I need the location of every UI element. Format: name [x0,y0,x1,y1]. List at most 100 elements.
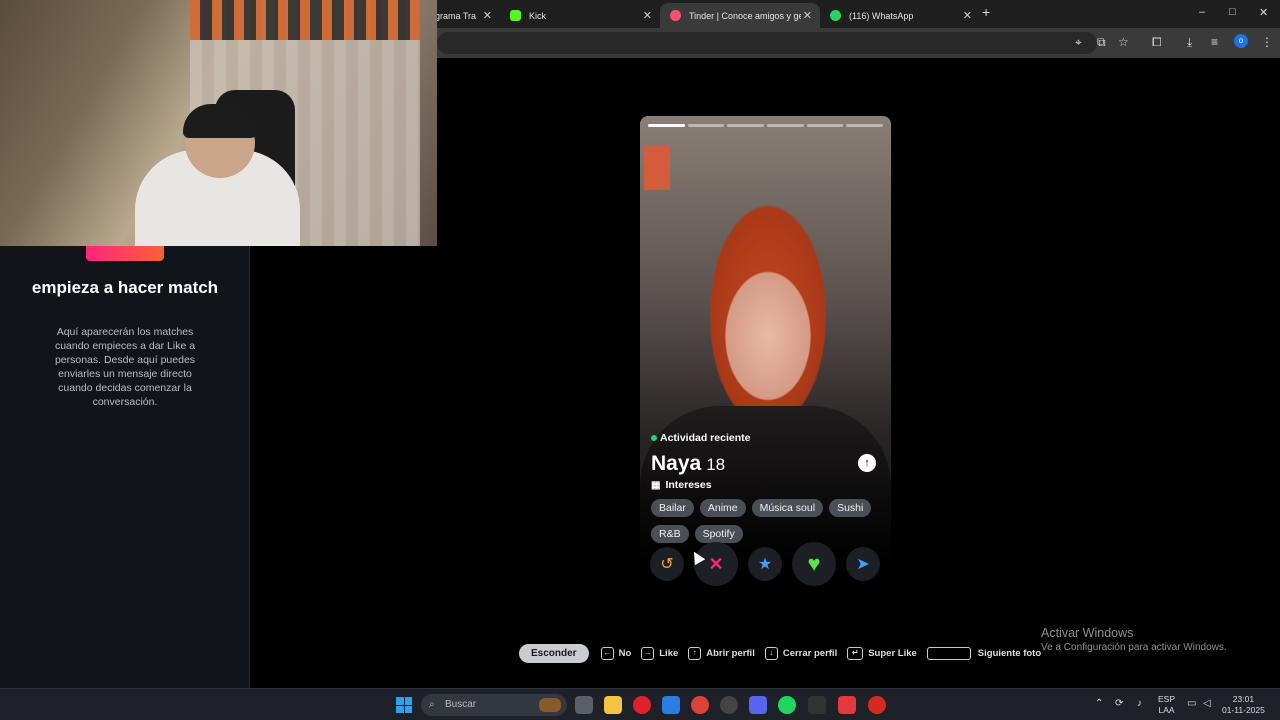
grid-icon: ▦ [651,479,661,491]
hint-label: Siguiente foto [977,647,1042,659]
app-icon-3[interactable] [838,696,856,714]
hint-label: Abrir perfil [706,647,755,659]
profile-age: 18 [706,455,726,474]
name-row: Naya 18 [651,452,886,476]
task-view-icon[interactable] [575,696,593,714]
microphone-icon[interactable]: ♪ [1137,698,1142,709]
hint-label: No [618,647,632,659]
arrow-down-key-icon: ↓ [764,646,778,660]
empty-matches-title: empieza a hacer match [31,278,219,297]
photo-background-detail [644,146,670,190]
photo-progress-segment[interactable] [727,124,765,127]
kick-icon [510,10,521,21]
nope-button[interactable]: ✕ [694,542,738,586]
tab-tinder[interactable]: Tinder | Conoce amigos y gente ✕ [660,3,820,28]
windows-taskbar: ⌕ Buscar ⌃ ⟳ ♪ ESP LAA ▭ ◁ 23:01 01-11-2… [0,688,1280,720]
volume-icon[interactable]: ◁ [1203,698,1211,709]
photo-progress-segment[interactable] [846,124,884,127]
profile-card[interactable]: Actividad reciente Naya 18 ↑ ▦ Intereses… [640,116,891,564]
tab-whatsapp[interactable]: (116) WhatsApp ✕ [820,3,980,28]
search-icon: ⌕ [429,699,435,710]
file-explorer-icon[interactable] [604,696,622,714]
region-code: LAA [1158,705,1175,715]
tab-label: Tinder | Conoce amigos y gente [689,10,801,21]
space-key-icon [926,646,971,660]
photo-progress-segment[interactable] [648,124,685,127]
boost-button[interactable]: ➤ [846,547,880,581]
activation-subtitle: Ve a Configuración para activar Windows. [1041,642,1227,653]
webcam-overlay [0,0,437,246]
hide-hints-button[interactable]: Esconder [519,643,589,663]
close-tab-icon[interactable]: ✕ [643,9,652,22]
location-icon[interactable]: ⌖ [1075,35,1082,50]
media-control-icon[interactable]: ≡ [1211,35,1218,49]
minimize-icon[interactable]: – [1199,6,1205,18]
search-placeholder: Buscar [445,699,477,710]
language-indicator[interactable]: ESP LAA [1158,694,1175,716]
menu-kebab-icon[interactable]: ⋮ [1261,35,1273,49]
windows-start-icon[interactable] [396,697,412,713]
interests-list: Bailar Anime Música soul Sushi R&B Spoti… [651,499,881,543]
new-tab-button[interactable]: + [982,4,990,20]
x-icon: ✕ [708,553,724,574]
photo-progress-segment[interactable] [806,124,844,127]
arrow-up-icon[interactable]: ↑ [858,454,876,472]
tray-chevron-icon[interactable]: ⌃ [1095,698,1103,709]
screen: ograma Tra ✕ Kick ✕ Tinder | Conoce amig… [0,0,1280,720]
arrow-up-key-icon: ↑ [688,646,702,660]
photo-progress-segment[interactable] [767,124,804,127]
rewind-button[interactable]: ↺ [650,547,684,581]
hint-label: Cerrar perfil [782,647,838,659]
clock[interactable]: 23:01 01-11-2025 [1222,694,1265,716]
hint-next-photo: Siguiente foto [926,646,1042,660]
hint-like: → Like [641,646,678,660]
install-app-icon[interactable]: ⧉ [1097,35,1106,50]
clock-date: 01-11-2025 [1222,705,1265,715]
whatsapp-icon [830,10,841,21]
tab-label: Kick [529,10,547,21]
tab-label: (116) WhatsApp [849,10,914,21]
close-window-icon[interactable]: ✕ [1259,6,1268,19]
interest-chip: Bailar [651,499,694,517]
interest-chip: Anime [699,499,746,517]
hint-label: Super Like [868,647,917,659]
interest-chip: Spotify [694,525,743,543]
address-bar[interactable] [437,32,1097,54]
keyboard-hints: Esconder ← No → Like ↑ Abrir perfil ↓ Ce… [519,643,1051,663]
heart-icon: ♥ [807,551,821,576]
tab-kick[interactable]: Kick ✕ [500,3,660,28]
windows-activation-watermark: Activar Windows Ve a Configuración para … [1041,626,1227,653]
superlike-button[interactable]: ★ [748,547,782,581]
like-button[interactable]: ♥ [792,542,836,586]
taskbar-search[interactable]: ⌕ Buscar [421,694,567,716]
star-icon: ★ [757,556,773,573]
interests-heading: ▦ Intereses [651,479,886,491]
photo-progress-segment[interactable] [687,124,725,127]
arrow-left-key-icon: ← [600,646,614,660]
maximize-icon[interactable]: □ [1229,6,1236,18]
spotify-icon[interactable] [778,696,796,714]
hint-superlike: ↵ Super Like [847,646,917,660]
webcam-garland [190,0,420,40]
chrome-icon[interactable] [691,696,709,714]
download-icon[interactable]: ⤓ [1187,35,1192,50]
obs-icon[interactable] [720,696,738,714]
app-icon[interactable] [662,696,680,714]
extensions-icon[interactable]: ⧠ [1152,35,1162,50]
search-highlight-icon [539,698,561,712]
profile-avatar[interactable]: o [1234,34,1248,48]
activity-label: Actividad reciente [660,432,751,444]
network-icon[interactable]: ▭ [1187,698,1196,709]
close-tab-icon[interactable]: ✕ [963,9,972,22]
action-buttons: ↺ ✕ ★ ♥ ➤ [648,542,884,586]
interest-chip: Sushi [829,499,872,517]
app-icon-4[interactable] [868,696,886,714]
bookmark-star-icon[interactable]: ☆ [1118,35,1129,49]
close-tab-icon[interactable]: ✕ [483,9,492,22]
app-icon-2[interactable] [808,696,826,714]
interest-chip: R&B [651,525,689,543]
opera-icon[interactable] [633,696,651,714]
discord-icon[interactable] [749,696,767,714]
close-tab-icon[interactable]: ✕ [803,9,812,22]
tray-sync-icon[interactable]: ⟳ [1115,698,1123,709]
